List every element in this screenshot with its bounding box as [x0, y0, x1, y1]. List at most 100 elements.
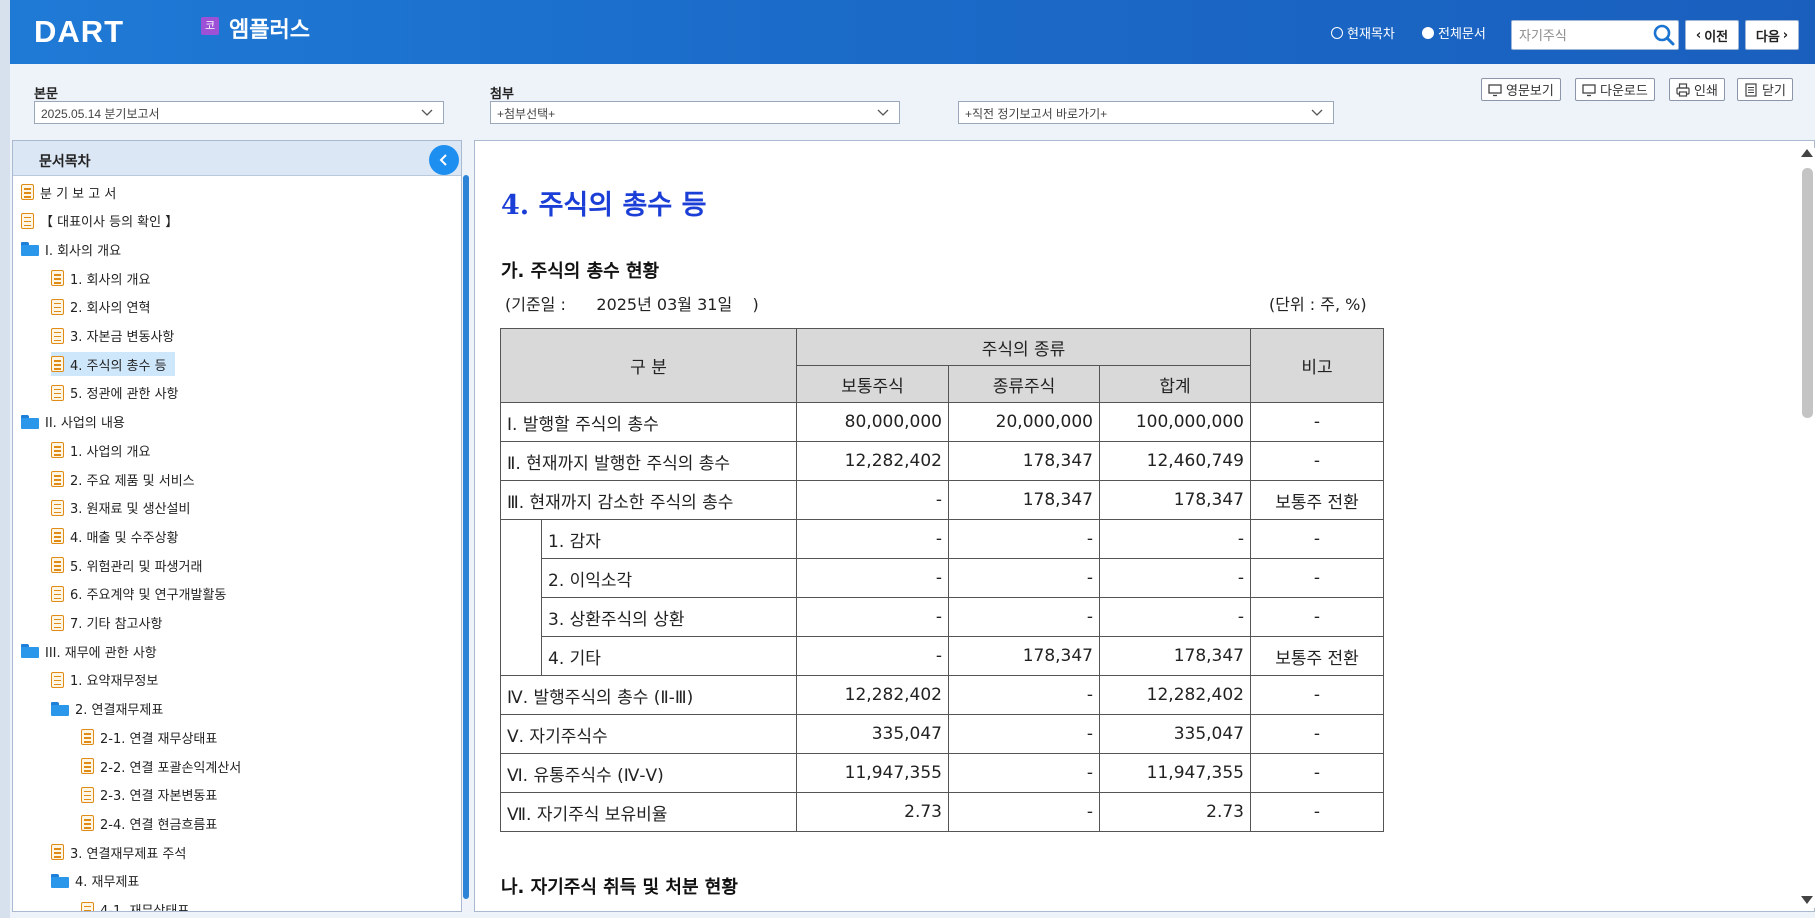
toc-item[interactable]: 5. 위험관리 및 파생거래: [51, 553, 202, 577]
close-label: 닫기: [1762, 84, 1786, 99]
toc-item-label: 분 기 보 고 서: [40, 186, 117, 202]
header-category: 구 분: [500, 328, 797, 403]
dart-logo[interactable]: DART: [34, 14, 124, 50]
toc-item-label: 4. 주식의 총수 등: [70, 358, 167, 374]
cell-total: -: [1099, 597, 1251, 637]
toc-item-label: 4. 매출 및 수주상황: [70, 530, 179, 546]
collapse-sidebar-button[interactable]: [429, 145, 459, 175]
cell-note: 보통주 전환: [1250, 480, 1384, 520]
cell-total: -: [1099, 519, 1251, 559]
toc-item-label: 5. 정관에 관한 사항: [70, 387, 179, 403]
monitor-icon: [1488, 83, 1502, 96]
stock-count-table: 구 분 주식의 종류 비고 보통주식 종류주식 합계 Ⅰ. 발행할 주식의 총수…: [500, 328, 1384, 832]
folder-icon: [21, 414, 39, 429]
body-label: 본문: [34, 87, 58, 102]
cell-common: 11,947,355: [796, 753, 949, 793]
prior-report-select[interactable]: +직전 정기보고서 바로가기+: [958, 101, 1334, 124]
scroll-down-arrow-icon[interactable]: [1801, 896, 1813, 904]
toc-item[interactable]: 2. 연결재무제표: [51, 697, 163, 721]
doc-icon: [81, 758, 94, 774]
cell-preferred: -: [948, 753, 1100, 793]
toc-item[interactable]: 1. 사업의 개요: [51, 438, 150, 462]
toc-item[interactable]: 7. 기타 참고사항: [51, 611, 162, 635]
toc-item[interactable]: 2-2. 연결 포괄손익계산서: [81, 754, 241, 778]
toc-item-label: 6. 주요계약 및 연구개발활동: [70, 588, 227, 604]
doc-icon: [81, 901, 94, 911]
toc-item[interactable]: 4-1. 재무상태표: [81, 898, 189, 911]
doc-icon: [81, 815, 94, 832]
toc-item[interactable]: 2-3. 연결 자본변동표: [81, 783, 217, 807]
cell-preferred: -: [948, 714, 1100, 754]
row-label: 4. 기타: [541, 636, 797, 676]
cell-common: -: [796, 519, 949, 559]
radio-all-docs[interactable]: 전체문서: [1422, 23, 1486, 42]
table-row: 4. 기타 -178,347 178,347 보통주 전환: [501, 636, 1384, 676]
left-strip: [0, 0, 10, 918]
toc-item-label: 2. 회사의 연혁: [70, 301, 151, 317]
chevron-down-icon: [421, 109, 433, 116]
toc-item[interactable]: 1. 요약재무정보: [51, 668, 158, 692]
cell-common: 12,282,402: [796, 675, 949, 715]
page-title: 4. 주식의 총수 등: [501, 190, 707, 221]
toc-item[interactable]: 3. 자본금 변동사항: [51, 324, 174, 348]
toc-item[interactable]: 6. 주요계약 및 연구개발활동: [51, 582, 226, 606]
scroll-up-arrow-icon[interactable]: [1801, 149, 1813, 157]
search-icon[interactable]: [1652, 23, 1676, 47]
toc-item[interactable]: 3. 원재료 및 생산설비: [51, 496, 190, 520]
doc-icon: [21, 212, 34, 229]
toc-item[interactable]: 분 기 보 고 서: [21, 180, 116, 204]
cell-common: -: [796, 558, 949, 598]
row-label: Ⅱ. 현재까지 발행한 주식의 총수: [500, 441, 797, 481]
radio-current-label: 현재목차: [1347, 27, 1395, 42]
cell-total: 178,347: [1099, 480, 1251, 520]
folder-icon: [51, 873, 69, 888]
english-view-button[interactable]: 영문보기: [1481, 78, 1561, 101]
print-button[interactable]: 인쇄: [1669, 78, 1725, 101]
doc-icon: [51, 614, 64, 631]
prev-button[interactable]: ‹ 이전: [1685, 20, 1739, 50]
toc-item-label: 3. 원재료 및 생산설비: [70, 502, 191, 518]
toc-item[interactable]: III. 재무에 관한 사항: [21, 639, 157, 663]
toc-item-label: 1. 사업의 개요: [70, 444, 151, 460]
download-label: 다운로드: [1600, 84, 1648, 99]
toc-item[interactable]: 2-1. 연결 재무상태표: [81, 725, 217, 749]
toc-item[interactable]: 【 대표이사 등의 확인 】: [21, 209, 178, 233]
table-row: Ⅲ. 현재까지 감소한 주식의 총수 -178,347 178,347 보통주 전환: [500, 480, 1384, 520]
doc-icon: [21, 184, 34, 200]
toc-item[interactable]: 4. 매출 및 수주상황: [51, 524, 179, 548]
cell-note: -: [1250, 402, 1384, 442]
toc-item[interactable]: 4. 주식의 총수 등: [51, 352, 175, 377]
close-button[interactable]: 닫기: [1737, 78, 1793, 101]
toc-item-label: 2. 연결재무제표: [75, 703, 164, 719]
toc-item[interactable]: 3. 연결재무제표 주석: [51, 840, 186, 864]
row-label: Ⅰ. 발행할 주식의 총수: [500, 402, 797, 442]
toc-item-label: 2-4. 연결 현금흐름표: [100, 817, 218, 833]
download-button[interactable]: 다운로드: [1575, 78, 1655, 101]
folder-icon: [21, 644, 39, 659]
search-input[interactable]: [1519, 22, 1649, 48]
doc-icon: [51, 471, 64, 487]
radio-current-toc[interactable]: 현재목차: [1331, 23, 1395, 42]
table-body: Ⅰ. 발행할 주식의 총수 80,000,000 20,000,000 100,000…: [500, 402, 1384, 832]
sidebar-scrollbar-thumb[interactable]: [463, 175, 469, 899]
header-note: 비고: [1250, 328, 1384, 403]
toc-item[interactable]: I. 회사의 개요: [21, 237, 121, 261]
cell-total: 12,460,749: [1099, 441, 1251, 481]
toc-item[interactable]: 1. 회사의 개요: [51, 266, 150, 290]
row-label: Ⅳ. 발행주식의 총수 (Ⅱ-Ⅲ): [500, 675, 797, 715]
toc-item-label: III. 재무에 관한 사항: [45, 645, 157, 661]
cell-note: -: [1250, 714, 1384, 754]
next-button[interactable]: 다음 ›: [1745, 20, 1799, 50]
toc-item[interactable]: 2-4. 연결 현금흐름표: [81, 811, 217, 835]
toc-item[interactable]: 2. 회사의 연혁: [51, 295, 150, 319]
toc-item[interactable]: II. 사업의 내용: [21, 410, 125, 434]
doc-icon: [81, 729, 94, 746]
doc-icon: [51, 270, 64, 287]
body-select[interactable]: 2025.05.14 분기보고서: [34, 101, 444, 124]
cell-preferred: -: [948, 675, 1100, 715]
toc-item[interactable]: 2. 주요 제품 및 서비스: [51, 467, 195, 491]
main-scrollbar-thumb[interactable]: [1802, 168, 1813, 418]
attach-select[interactable]: +첨부선택+: [490, 101, 900, 124]
toc-item[interactable]: 5. 정관에 관한 사항: [51, 381, 179, 405]
toc-item[interactable]: 4. 재무제표: [51, 869, 139, 893]
